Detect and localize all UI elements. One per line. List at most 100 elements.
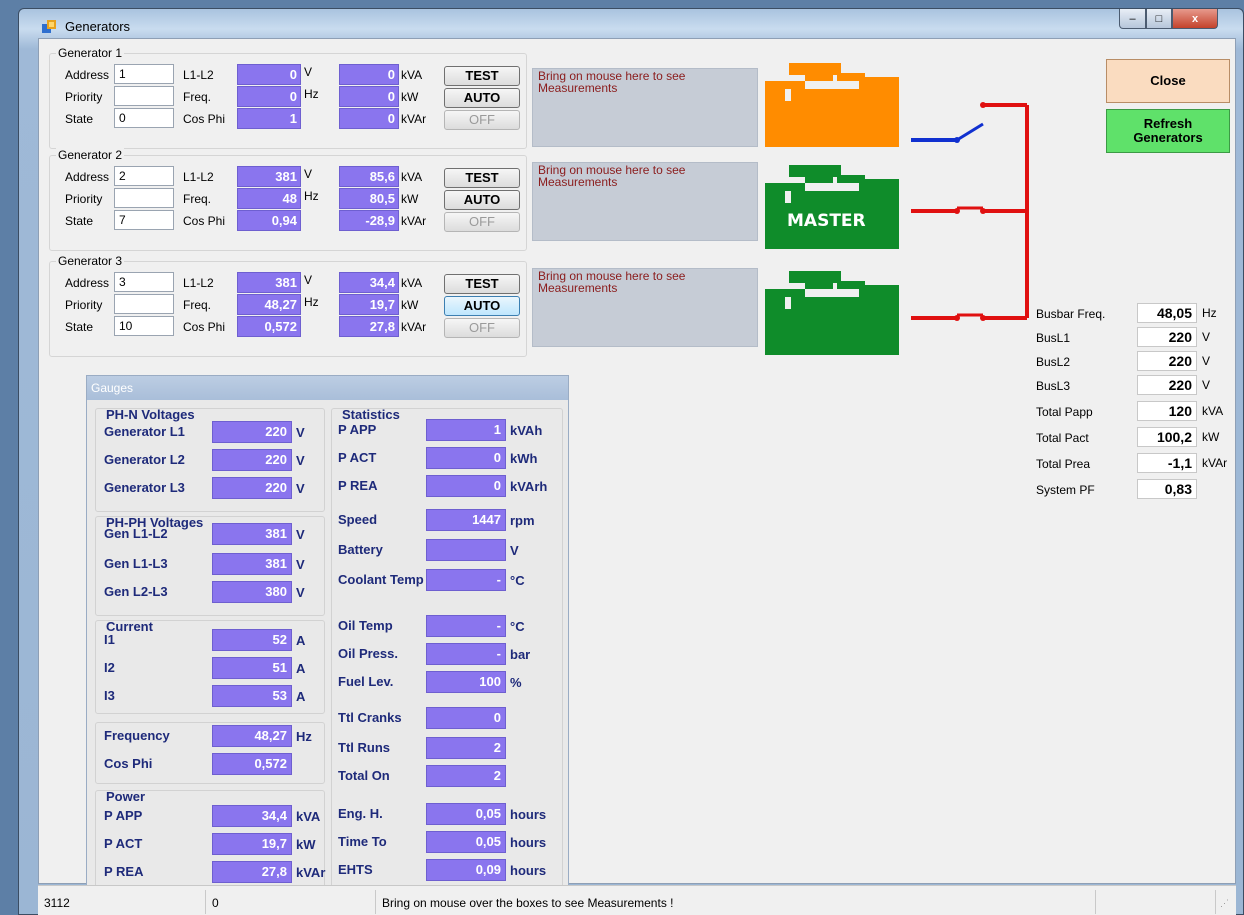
stats-value: 1 xyxy=(426,419,506,441)
close-button[interactable]: Close xyxy=(1106,59,1230,103)
minimize-button[interactable]: – xyxy=(1119,9,1146,29)
address-field[interactable]: 1 xyxy=(114,64,174,84)
voltage-value: 381 xyxy=(237,272,301,293)
bus-label: BusL2 xyxy=(1036,355,1071,369)
auto-button[interactable]: AUTO xyxy=(444,296,520,316)
current-value: 51 xyxy=(212,657,292,679)
bus-value: 120 xyxy=(1137,401,1197,421)
off-button[interactable]: OFF xyxy=(444,110,520,130)
power-group-title: Power xyxy=(106,789,146,804)
voltage-unit: V xyxy=(304,167,313,181)
kva-unit: kVA xyxy=(401,68,423,82)
close-icon: x xyxy=(1191,12,1199,25)
stats-unit: V xyxy=(510,543,519,558)
window-close-button[interactable]: x xyxy=(1172,9,1218,29)
bus-value: 220 xyxy=(1137,327,1197,347)
state-field[interactable]: 10 xyxy=(114,316,174,336)
status-cell-empty xyxy=(1096,890,1216,914)
power-label: P REA xyxy=(104,864,144,879)
generator-icon-panel[interactable] xyxy=(759,59,901,149)
stats-value: 100 xyxy=(426,671,506,693)
cosphi-value: 0,94 xyxy=(237,210,301,231)
cosphi-label: Cos Phi xyxy=(183,112,226,126)
kva-unit: kVA xyxy=(401,170,423,184)
stats-unit: % xyxy=(510,675,522,690)
auto-button[interactable]: AUTO xyxy=(444,88,520,108)
measurements-hover-area[interactable]: Bring on mouse here to see Measurements xyxy=(532,162,758,241)
bus-unit: kVA xyxy=(1202,404,1224,418)
priority-field[interactable] xyxy=(114,294,174,314)
address-field[interactable]: 2 xyxy=(114,166,174,186)
bus-value: 220 xyxy=(1137,351,1197,371)
client-area: Generator 1 Address 1 Priority State 0 L1-L2 0 V… xyxy=(38,38,1236,899)
cosphi-value: 0,572 xyxy=(237,316,301,337)
kw-unit: kW xyxy=(401,298,419,312)
gauges-title[interactable]: Gauges xyxy=(87,376,568,400)
kw-unit: kW xyxy=(401,192,419,206)
off-button[interactable]: OFF xyxy=(444,318,520,338)
phn-value: 220 xyxy=(212,477,292,499)
freq-value: 48,27 xyxy=(237,294,301,315)
refresh-generators-button[interactable]: Refresh Generators xyxy=(1106,109,1230,153)
stats-label: P ACT xyxy=(338,450,377,465)
maximize-icon: □ xyxy=(1155,12,1163,25)
phn-voltages-group: PH-N Voltages Generator L1 220 V Generator L… xyxy=(95,407,325,512)
phn-voltages-group-title: PH-N Voltages xyxy=(106,407,195,422)
generator-icon-panel[interactable] xyxy=(759,267,901,357)
current-unit: A xyxy=(296,661,306,676)
measurements-hover-area[interactable]: Bring on mouse here to see Measurements xyxy=(532,68,758,147)
phph-unit: V xyxy=(296,585,305,600)
stats-value: 0 xyxy=(426,475,506,497)
bus-unit: kW xyxy=(1202,430,1220,444)
status-cell-value: 0 xyxy=(206,890,376,914)
power-unit: kW xyxy=(296,837,316,852)
state-label: State xyxy=(65,320,94,334)
current-value: 53 xyxy=(212,685,292,707)
bus-value: 48,05 xyxy=(1137,303,1197,323)
state-field[interactable]: 0 xyxy=(114,108,174,128)
stats-value: 2 xyxy=(426,737,506,759)
bus-label: System PF xyxy=(1036,483,1095,497)
state-field[interactable]: 7 xyxy=(114,210,174,230)
priority-field[interactable] xyxy=(114,188,174,208)
auto-button[interactable]: AUTO xyxy=(444,190,520,210)
phph-value: 381 xyxy=(212,523,292,545)
kvar-unit: kVAr xyxy=(401,214,427,228)
current-label: I2 xyxy=(104,660,115,675)
test-button[interactable]: TEST xyxy=(444,274,520,294)
freq-label: Frequency xyxy=(104,728,170,743)
l1l2-label: L1-L2 xyxy=(183,68,214,82)
stats-label: Fuel Lev. xyxy=(338,674,394,689)
current-label: I1 xyxy=(104,632,115,647)
bus-label: BusL3 xyxy=(1036,379,1071,393)
priority-label: Priority xyxy=(65,90,103,104)
maximize-button[interactable]: □ xyxy=(1146,9,1172,29)
generator-icon xyxy=(765,165,899,249)
test-button[interactable]: TEST xyxy=(444,168,520,188)
kva-value: 0 xyxy=(339,64,399,85)
test-button[interactable]: TEST xyxy=(444,66,520,86)
address-field[interactable]: 3 xyxy=(114,272,174,292)
kva-unit: kVA xyxy=(401,276,423,290)
app-icon xyxy=(42,20,56,33)
state-label: State xyxy=(65,112,94,126)
kw-value: 19,7 xyxy=(339,294,399,315)
stats-value: 0 xyxy=(426,447,506,469)
priority-field[interactable] xyxy=(114,86,174,106)
power-value: 34,4 xyxy=(212,805,292,827)
phn-value: 220 xyxy=(212,449,292,471)
voltage-unit: V xyxy=(304,65,313,79)
freq-unit: Hz xyxy=(304,87,319,101)
resize-grip-icon[interactable]: ⋰ xyxy=(1220,898,1232,910)
off-button[interactable]: OFF xyxy=(444,212,520,232)
generator-icon xyxy=(765,271,899,355)
window-title: Generators xyxy=(65,19,131,34)
status-cell-message: Bring on mouse over the boxes to see Mea… xyxy=(376,890,1096,914)
measurements-hover-area[interactable]: Bring on mouse here to see Measurements xyxy=(532,268,758,347)
bus-unit: V xyxy=(1202,354,1211,368)
stats-label: Battery xyxy=(338,542,383,557)
address-label: Address xyxy=(65,68,110,82)
generator-icon-panel[interactable]: MASTER xyxy=(759,161,901,251)
stats-label: Speed xyxy=(338,512,378,527)
bus-label: Busbar Freq. xyxy=(1036,307,1106,321)
